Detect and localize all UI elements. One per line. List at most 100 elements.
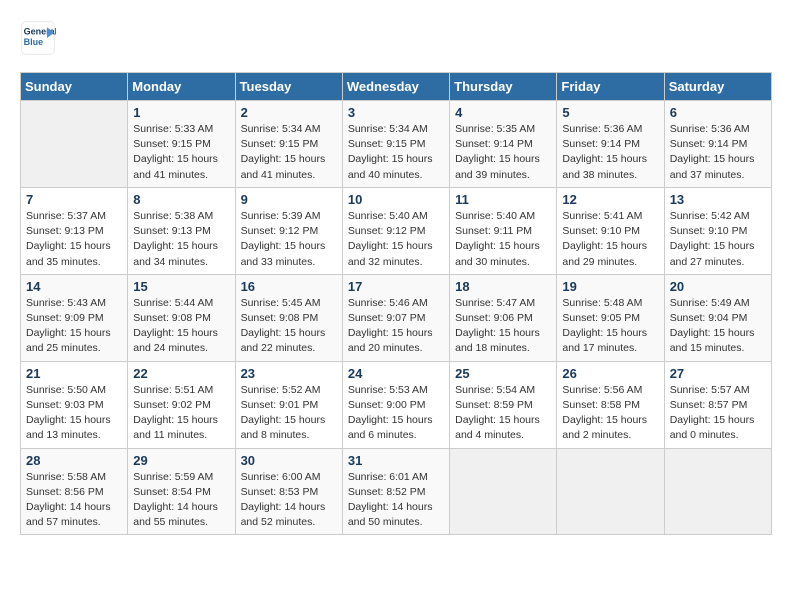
day-number: 23 — [241, 366, 337, 381]
calendar-cell: 8Sunrise: 5:38 AMSunset: 9:13 PMDaylight… — [128, 187, 235, 274]
day-info: Sunrise: 5:51 AMSunset: 9:02 PMDaylight:… — [133, 383, 229, 444]
day-number: 9 — [241, 192, 337, 207]
calendar-cell: 24 Sunrise: 5:53 AMSunset: 9:00 PMDayligh… — [342, 361, 449, 448]
day-number: 2 — [241, 105, 337, 120]
day-info: Sunrise: 5:35 AMSunset: 9:14 PMDaylight:… — [455, 122, 551, 183]
week-row-1: 1 Sunrise: 5:33 AMSunset: 9:15 PMDaylight… — [21, 101, 772, 188]
page-header: General Blue — [20, 20, 772, 56]
calendar-cell: 3 Sunrise: 5:34 AMSunset: 9:15 PMDaylight… — [342, 101, 449, 188]
day-number: 5 — [562, 105, 658, 120]
day-number: 13 — [670, 192, 766, 207]
day-info: Sunrise: 5:59 AMSunset: 8:54 PMDaylight:… — [133, 470, 229, 531]
day-info: Sunrise: 6:01 AMSunset: 8:52 PMDaylight:… — [348, 470, 444, 531]
day-number: 31 — [348, 453, 444, 468]
calendar-cell: 22 Sunrise: 5:51 AMSunset: 9:02 PMDayligh… — [128, 361, 235, 448]
calendar-cell: 23 Sunrise: 5:52 AMSunset: 9:01 PMDayligh… — [235, 361, 342, 448]
weekday-header-saturday: Saturday — [664, 73, 771, 101]
day-number: 27 — [670, 366, 766, 381]
day-number: 8 — [133, 192, 229, 207]
calendar-cell: 1 Sunrise: 5:33 AMSunset: 9:15 PMDaylight… — [128, 101, 235, 188]
day-info: Sunrise: 5:40 AMSunset: 9:12 PMDaylight:… — [348, 209, 444, 270]
calendar-cell: 12 Sunrise: 5:41 AMSunset: 9:10 PMDayligh… — [557, 187, 664, 274]
day-info: Sunrise: 5:46 AMSunset: 9:07 PMDaylight:… — [348, 296, 444, 357]
calendar-cell: 5 Sunrise: 5:36 AMSunset: 9:14 PMDaylight… — [557, 101, 664, 188]
calendar-cell: 21Sunrise: 5:50 AMSunset: 9:03 PMDayligh… — [21, 361, 128, 448]
day-info: Sunrise: 5:40 AMSunset: 9:11 PMDaylight:… — [455, 209, 551, 270]
day-info: Sunrise: 5:33 AMSunset: 9:15 PMDaylight:… — [133, 122, 229, 183]
day-number: 11 — [455, 192, 551, 207]
week-row-5: 28 Sunrise: 5:58 AMSunset: 8:56 PMDayligh… — [21, 448, 772, 535]
svg-text:Blue: Blue — [24, 37, 44, 47]
calendar-table: SundayMondayTuesdayWednesdayThursdayFrid… — [20, 72, 772, 535]
day-number: 6 — [670, 105, 766, 120]
calendar-cell — [450, 448, 557, 535]
day-number: 3 — [348, 105, 444, 120]
weekday-header-tuesday: Tuesday — [235, 73, 342, 101]
day-info: Sunrise: 5:44 AMSunset: 9:08 PMDaylight:… — [133, 296, 229, 357]
weekday-header-sunday: Sunday — [21, 73, 128, 101]
week-row-4: 21Sunrise: 5:50 AMSunset: 9:03 PMDayligh… — [21, 361, 772, 448]
day-number: 17 — [348, 279, 444, 294]
day-info: Sunrise: 5:58 AMSunset: 8:56 PMDaylight:… — [26, 470, 122, 531]
day-number: 25 — [455, 366, 551, 381]
calendar-cell: 15 Sunrise: 5:44 AMSunset: 9:08 PMDayligh… — [128, 274, 235, 361]
day-number: 30 — [241, 453, 337, 468]
day-info: Sunrise: 5:36 AMSunset: 9:14 PMDaylight:… — [670, 122, 766, 183]
day-info: Sunrise: 5:52 AMSunset: 9:01 PMDaylight:… — [241, 383, 337, 444]
calendar-cell: 20 Sunrise: 5:49 AMSunset: 9:04 PMDayligh… — [664, 274, 771, 361]
calendar-cell — [21, 101, 128, 188]
day-number: 29 — [133, 453, 229, 468]
calendar-cell: 31 Sunrise: 6:01 AMSunset: 8:52 PMDayligh… — [342, 448, 449, 535]
day-info: Sunrise: 5:54 AMSunset: 8:59 PMDaylight:… — [455, 383, 551, 444]
calendar-cell — [557, 448, 664, 535]
calendar-cell: 2 Sunrise: 5:34 AMSunset: 9:15 PMDaylight… — [235, 101, 342, 188]
logo-icon: General Blue — [20, 20, 56, 56]
day-info: Sunrise: 5:49 AMSunset: 9:04 PMDaylight:… — [670, 296, 766, 357]
day-number: 19 — [562, 279, 658, 294]
calendar-cell: 9 Sunrise: 5:39 AMSunset: 9:12 PMDaylight… — [235, 187, 342, 274]
weekday-header-thursday: Thursday — [450, 73, 557, 101]
day-number: 14 — [26, 279, 122, 294]
calendar-cell: 16Sunrise: 5:45 AMSunset: 9:08 PMDayligh… — [235, 274, 342, 361]
week-row-3: 14 Sunrise: 5:43 AMSunset: 9:09 PMDayligh… — [21, 274, 772, 361]
calendar-cell: 6 Sunrise: 5:36 AMSunset: 9:14 PMDaylight… — [664, 101, 771, 188]
day-info: Sunrise: 5:57 AMSunset: 8:57 PMDaylight:… — [670, 383, 766, 444]
calendar-cell: 17 Sunrise: 5:46 AMSunset: 9:07 PMDayligh… — [342, 274, 449, 361]
weekday-header-friday: Friday — [557, 73, 664, 101]
day-number: 20 — [670, 279, 766, 294]
day-number: 16 — [241, 279, 337, 294]
day-info: Sunrise: 5:34 AMSunset: 9:15 PMDaylight:… — [241, 122, 337, 183]
day-number: 4 — [455, 105, 551, 120]
header-row: SundayMondayTuesdayWednesdayThursdayFrid… — [21, 73, 772, 101]
day-number: 15 — [133, 279, 229, 294]
day-info: Sunrise: 5:36 AMSunset: 9:14 PMDaylight:… — [562, 122, 658, 183]
day-info: Sunrise: 5:34 AMSunset: 9:15 PMDaylight:… — [348, 122, 444, 183]
day-info: Sunrise: 5:50 AMSunset: 9:03 PMDaylight:… — [26, 383, 122, 444]
calendar-cell: 10Sunrise: 5:40 AMSunset: 9:12 PMDayligh… — [342, 187, 449, 274]
day-info: Sunrise: 5:43 AMSunset: 9:09 PMDaylight:… — [26, 296, 122, 357]
calendar-cell: 26Sunrise: 5:56 AMSunset: 8:58 PMDayligh… — [557, 361, 664, 448]
weekday-header-monday: Monday — [128, 73, 235, 101]
day-number: 22 — [133, 366, 229, 381]
calendar-cell: 19Sunrise: 5:48 AMSunset: 9:05 PMDayligh… — [557, 274, 664, 361]
calendar-cell: 7Sunrise: 5:37 AMSunset: 9:13 PMDaylight… — [21, 187, 128, 274]
day-number: 18 — [455, 279, 551, 294]
calendar-cell: 13Sunrise: 5:42 AMSunset: 9:10 PMDayligh… — [664, 187, 771, 274]
day-number: 24 — [348, 366, 444, 381]
day-info: Sunrise: 5:39 AMSunset: 9:12 PMDaylight:… — [241, 209, 337, 270]
calendar-cell: 14 Sunrise: 5:43 AMSunset: 9:09 PMDayligh… — [21, 274, 128, 361]
day-info: Sunrise: 6:00 AMSunset: 8:53 PMDaylight:… — [241, 470, 337, 531]
day-info: Sunrise: 5:37 AMSunset: 9:13 PMDaylight:… — [26, 209, 122, 270]
day-info: Sunrise: 5:53 AMSunset: 9:00 PMDaylight:… — [348, 383, 444, 444]
week-row-2: 7Sunrise: 5:37 AMSunset: 9:13 PMDaylight… — [21, 187, 772, 274]
calendar-cell: 25 Sunrise: 5:54 AMSunset: 8:59 PMDayligh… — [450, 361, 557, 448]
day-number: 1 — [133, 105, 229, 120]
day-number: 12 — [562, 192, 658, 207]
calendar-cell: 4 Sunrise: 5:35 AMSunset: 9:14 PMDaylight… — [450, 101, 557, 188]
calendar-cell: 29 Sunrise: 5:59 AMSunset: 8:54 PMDayligh… — [128, 448, 235, 535]
calendar-cell: 30 Sunrise: 6:00 AMSunset: 8:53 PMDayligh… — [235, 448, 342, 535]
calendar-cell: 28 Sunrise: 5:58 AMSunset: 8:56 PMDayligh… — [21, 448, 128, 535]
calendar-cell: 11 Sunrise: 5:40 AMSunset: 9:11 PMDayligh… — [450, 187, 557, 274]
day-number: 28 — [26, 453, 122, 468]
day-info: Sunrise: 5:41 AMSunset: 9:10 PMDaylight:… — [562, 209, 658, 270]
